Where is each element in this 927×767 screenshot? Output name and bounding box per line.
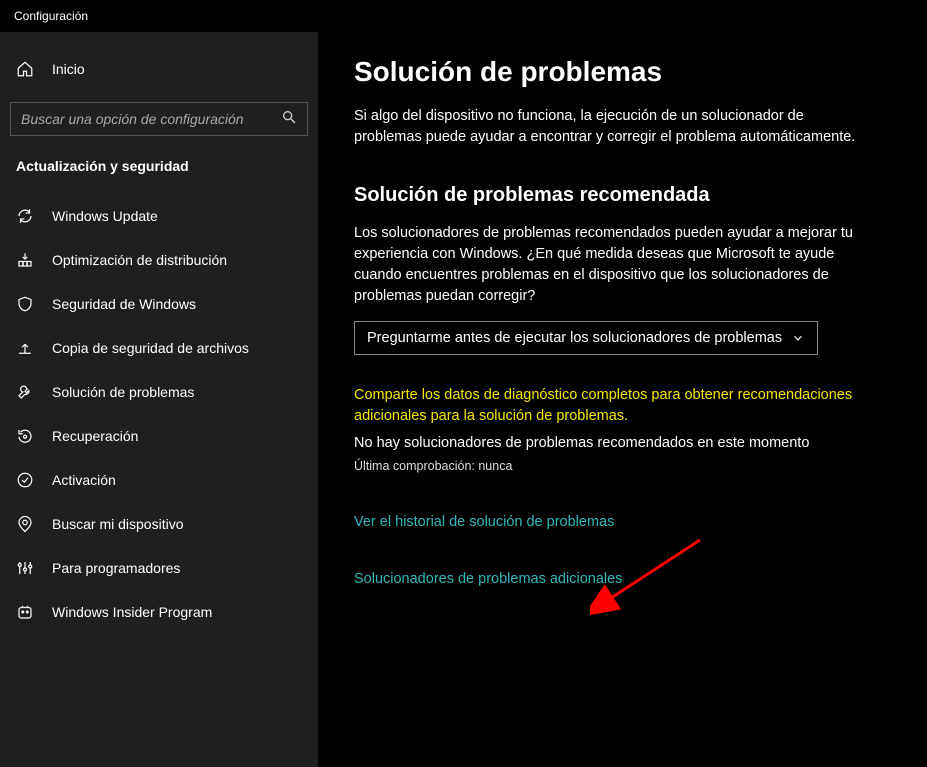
section-body: Los solucionadores de problemas recomend… <box>354 223 874 307</box>
sidebar-item-backup[interactable]: Copia de seguridad de archivos <box>10 326 308 370</box>
page-title: Solución de problemas <box>354 56 887 88</box>
no-recommended-text: No hay solucionadores de problemas recom… <box>354 435 887 451</box>
sidebar-nav-list: Windows Update Optimización de distribuc… <box>10 194 308 634</box>
sidebar-item-label: Solución de problemas <box>52 384 194 400</box>
search-input-container[interactable] <box>10 102 308 136</box>
sidebar-item-windows-security[interactable]: Seguridad de Windows <box>10 282 308 326</box>
home-nav[interactable]: Inicio <box>10 50 308 88</box>
sidebar-item-windows-update[interactable]: Windows Update <box>10 194 308 238</box>
sidebar-item-label: Seguridad de Windows <box>52 296 196 312</box>
shield-icon <box>16 295 34 313</box>
last-check-text: Última comprobación: nunca <box>354 459 887 473</box>
location-icon <box>16 515 34 533</box>
troubleshoot-preference-select[interactable]: Preguntarme antes de ejecutar los soluci… <box>354 321 818 355</box>
search-input[interactable] <box>21 111 281 127</box>
sidebar-item-label: Windows Insider Program <box>52 604 212 620</box>
sidebar-item-label: Para programadores <box>52 560 180 576</box>
upload-icon <box>16 339 34 357</box>
select-value: Preguntarme antes de ejecutar los soluci… <box>367 330 782 346</box>
sidebar-item-find-my-device[interactable]: Buscar mi dispositivo <box>10 502 308 546</box>
download-grid-icon <box>16 251 34 269</box>
window-titlebar: Configuración <box>0 0 927 32</box>
sidebar-item-label: Copia de seguridad de archivos <box>52 340 249 356</box>
window-title: Configuración <box>14 9 88 23</box>
insider-icon <box>16 603 34 621</box>
additional-troubleshooters-link[interactable]: Solucionadores de problemas adicionales <box>354 571 622 587</box>
sidebar-item-label: Recuperación <box>52 428 138 444</box>
chevron-down-icon <box>791 331 805 345</box>
recovery-icon <box>16 427 34 445</box>
section-title: Solución de problemas recomendada <box>354 184 887 207</box>
home-icon <box>16 60 34 78</box>
sidebar-item-troubleshoot[interactable]: Solución de problemas <box>10 370 308 414</box>
share-diagnostics-link[interactable]: Comparte los datos de diagnóstico comple… <box>354 385 874 427</box>
sidebar-item-label: Activación <box>52 472 116 488</box>
sidebar-item-windows-insider[interactable]: Windows Insider Program <box>10 590 308 634</box>
sync-icon <box>16 207 34 225</box>
main-content: Solución de problemas Si algo del dispos… <box>318 32 927 767</box>
sidebar-item-delivery-optimization[interactable]: Optimización de distribución <box>10 238 308 282</box>
home-label: Inicio <box>52 61 85 77</box>
sidebar: Inicio Actualización y seguridad Windows… <box>0 32 318 767</box>
sidebar-item-label: Windows Update <box>52 208 158 224</box>
sidebar-item-for-developers[interactable]: Para programadores <box>10 546 308 590</box>
sidebar-item-activation[interactable]: Activación <box>10 458 308 502</box>
page-intro: Si algo del dispositivo no funciona, la … <box>354 106 874 148</box>
sidebar-item-label: Buscar mi dispositivo <box>52 516 184 532</box>
wrench-icon <box>16 383 34 401</box>
check-circle-icon <box>16 471 34 489</box>
sliders-icon <box>16 559 34 577</box>
sidebar-item-recovery[interactable]: Recuperación <box>10 414 308 458</box>
sidebar-item-label: Optimización de distribución <box>52 252 227 268</box>
sidebar-section-title: Actualización y seguridad <box>10 158 308 184</box>
search-icon <box>281 109 297 130</box>
view-history-link[interactable]: Ver el historial de solución de problema… <box>354 514 614 530</box>
